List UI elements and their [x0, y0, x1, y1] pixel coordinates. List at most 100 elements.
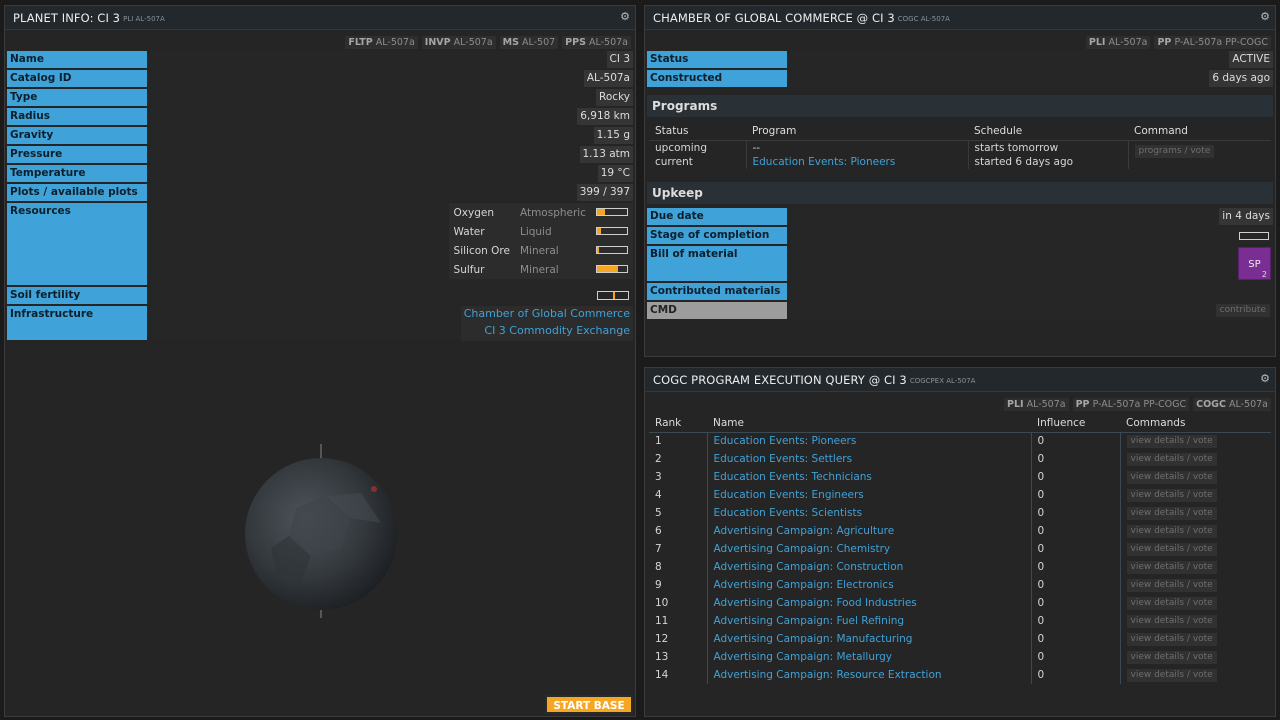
gear-icon[interactable]: ⚙	[1260, 372, 1270, 385]
status-label: Status	[647, 51, 787, 68]
shortcut-chip[interactable]: MS AL-507	[499, 36, 559, 49]
view-details-vote-button[interactable]: view details / vote	[1126, 507, 1217, 520]
program-link[interactable]: Advertising Campaign: Food Industries	[706, 594, 1031, 612]
view-details-vote-button[interactable]: view details / vote	[1126, 489, 1217, 502]
view-details-vote-button[interactable]: view details / vote	[1126, 669, 1217, 682]
shortcut-value: AL-507a	[375, 37, 415, 48]
shortcut-chip[interactable]: PPS AL-507a	[562, 36, 631, 49]
row-value-text: 1.13 atm	[579, 146, 633, 163]
infra-link-cx[interactable]: CI 3 Commodity Exchange	[464, 324, 630, 340]
rank-cell: 8	[655, 561, 662, 573]
planet-data-rows: Name CI 3 Catalog ID AL-507a Type Rocky Radius…	[5, 51, 635, 201]
view-details-vote-button[interactable]: view details / vote	[1126, 525, 1217, 538]
query-row: 1 Education Events: Pioneers 0 view details…	[649, 432, 1271, 450]
commands-cell: view details / vote	[1119, 468, 1271, 486]
influence-cell: 0	[1030, 612, 1120, 630]
program-schedule: starts tomorrow	[967, 140, 1128, 155]
program-link[interactable]: Advertising Campaign: Agriculture	[706, 522, 1031, 540]
planet-row-plots-available-plots: Plots / available plots 399 / 397	[7, 184, 633, 201]
program-link[interactable]: Advertising Campaign: Chemistry	[706, 540, 1031, 558]
resource-type: Liquid	[519, 225, 552, 238]
view-details-vote-button[interactable]: view details / vote	[1126, 543, 1217, 556]
view-details-vote-button[interactable]: view details / vote	[1126, 435, 1217, 449]
program-name-link[interactable]: Education Events: Pioneers	[745, 155, 968, 169]
influence-cell: 0	[1030, 486, 1120, 504]
program-link[interactable]: Education Events: Settlers	[706, 450, 1031, 468]
shortcut-bar: PLI AL-507a PP P-AL-507a PP-COGC	[645, 34, 1275, 51]
program-link[interactable]: Advertising Campaign: Manufacturing	[706, 630, 1031, 648]
programs-vote-button[interactable]: programs / vote	[1134, 145, 1215, 158]
shortcut-chip[interactable]: PLI AL-507a	[1003, 398, 1069, 411]
shortcut-chip[interactable]: PP P-AL-507a PP-COGC	[1154, 36, 1271, 49]
program-link[interactable]: Advertising Campaign: Metallurgy	[706, 648, 1031, 666]
col-schedule: Schedule	[968, 121, 1128, 141]
shortcut-chip[interactable]: INVP AL-507a	[421, 36, 496, 49]
view-details-vote-button[interactable]: view details / vote	[1126, 615, 1217, 628]
program-link[interactable]: Education Events: Technicians	[706, 468, 1031, 486]
shortcut-key: FLTP	[348, 37, 373, 48]
planet-info-panel: PLANET INFO: CI 3 PLI AL-507A ⚙ FLTP AL-…	[4, 5, 636, 717]
view-details-vote-button[interactable]: view details / vote	[1126, 633, 1217, 646]
due-value: in 4 days	[787, 208, 1273, 225]
view-details-vote-button[interactable]: view details / vote	[1126, 597, 1217, 610]
shortcut-chip[interactable]: FLTP AL-507a	[345, 36, 418, 49]
panel-subtitle: COGC AL-507A	[897, 14, 950, 23]
resource-bar-cell	[591, 241, 633, 260]
program-link[interactable]: Education Events: Scientists	[706, 504, 1031, 522]
planet-row-pressure: Pressure 1.13 atm	[7, 146, 633, 163]
planet-row-gravity: Gravity 1.15 g	[7, 127, 633, 144]
gear-icon[interactable]: ⚙	[1260, 10, 1270, 23]
execution-query-table: Rank Name Influence Commands 1 Education …	[649, 415, 1271, 684]
query-row: 2 Education Events: Settlers 0 view details…	[649, 450, 1271, 468]
rank-cell: 2	[655, 453, 662, 465]
constructed-text: 6 days ago	[1209, 70, 1273, 87]
col-command: Command	[1128, 121, 1271, 141]
program-link[interactable]: Advertising Campaign: Construction	[706, 558, 1031, 576]
planet-globe[interactable]	[241, 438, 401, 618]
program-link[interactable]: Advertising Campaign: Fuel Refining	[706, 612, 1031, 630]
planet-row-temperature: Temperature 19 °C	[7, 165, 633, 182]
cmd-label: CMD	[647, 302, 787, 319]
resource-row: Oxygen Atmospheric	[449, 203, 633, 222]
commands-cell: view details / vote	[1119, 576, 1271, 594]
row-value-text: 1.15 g	[593, 127, 633, 144]
resource-name: Water	[453, 225, 485, 238]
material-tile-sp[interactable]: SP 2	[1238, 247, 1271, 280]
start-base-button[interactable]: START BASE	[545, 695, 633, 714]
influence-cell: 0	[1030, 630, 1120, 648]
infra-link-cogc[interactable]: Chamber of Global Commerce	[464, 307, 630, 324]
row-label: Catalog ID	[7, 70, 147, 87]
resource-concentration-bar	[596, 226, 628, 235]
shortcut-chip[interactable]: PLI AL-507a	[1085, 36, 1151, 49]
query-row: 5 Education Events: Scientists 0 view detai…	[649, 504, 1271, 522]
contribute-button[interactable]: contribute	[1215, 304, 1270, 317]
soil-label: Soil fertility	[7, 287, 147, 304]
resource-type: Atmospheric	[519, 206, 586, 219]
shortcut-key: PP	[1157, 37, 1172, 48]
rank-cell: 7	[655, 543, 662, 555]
shortcut-value: AL-507a	[588, 37, 628, 48]
gear-icon[interactable]: ⚙	[620, 10, 630, 23]
view-details-vote-button[interactable]: view details / vote	[1126, 453, 1217, 466]
program-link[interactable]: Education Events: Pioneers	[706, 432, 1031, 450]
view-details-vote-button[interactable]: view details / vote	[1126, 471, 1217, 484]
row-value: 399 / 397	[147, 184, 633, 201]
view-details-vote-button[interactable]: view details / vote	[1126, 579, 1217, 592]
commands-cell: view details / vote	[1119, 666, 1271, 684]
cogc-panel: CHAMBER OF GLOBAL COMMERCE @ CI 3 COGC A…	[644, 5, 1276, 357]
bom-value: SP 2	[787, 246, 1273, 281]
influence-cell: 0	[1030, 468, 1120, 486]
col-influence: Influence	[1031, 415, 1120, 433]
shortcut-chip[interactable]: PP P-AL-507a PP-COGC	[1072, 398, 1190, 411]
shortcut-chip[interactable]: COGC AL-507a	[1193, 398, 1271, 411]
program-link[interactable]: Education Events: Engineers	[706, 486, 1031, 504]
program-link[interactable]: Advertising Campaign: Resource Extractio…	[706, 666, 1031, 684]
cmd-value: contribute	[787, 302, 1273, 319]
commands-cell: view details / vote	[1119, 558, 1271, 576]
program-link[interactable]: Advertising Campaign: Electronics	[706, 576, 1031, 594]
view-details-vote-button[interactable]: view details / vote	[1126, 561, 1217, 574]
view-details-vote-button[interactable]: view details / vote	[1126, 651, 1217, 664]
resources-value: Oxygen Atmospheric Water Liquid Silicon Ore M…	[147, 203, 633, 285]
row-label: Name	[7, 51, 147, 68]
programs-table: Status Program Schedule Command upcoming…	[649, 121, 1271, 169]
